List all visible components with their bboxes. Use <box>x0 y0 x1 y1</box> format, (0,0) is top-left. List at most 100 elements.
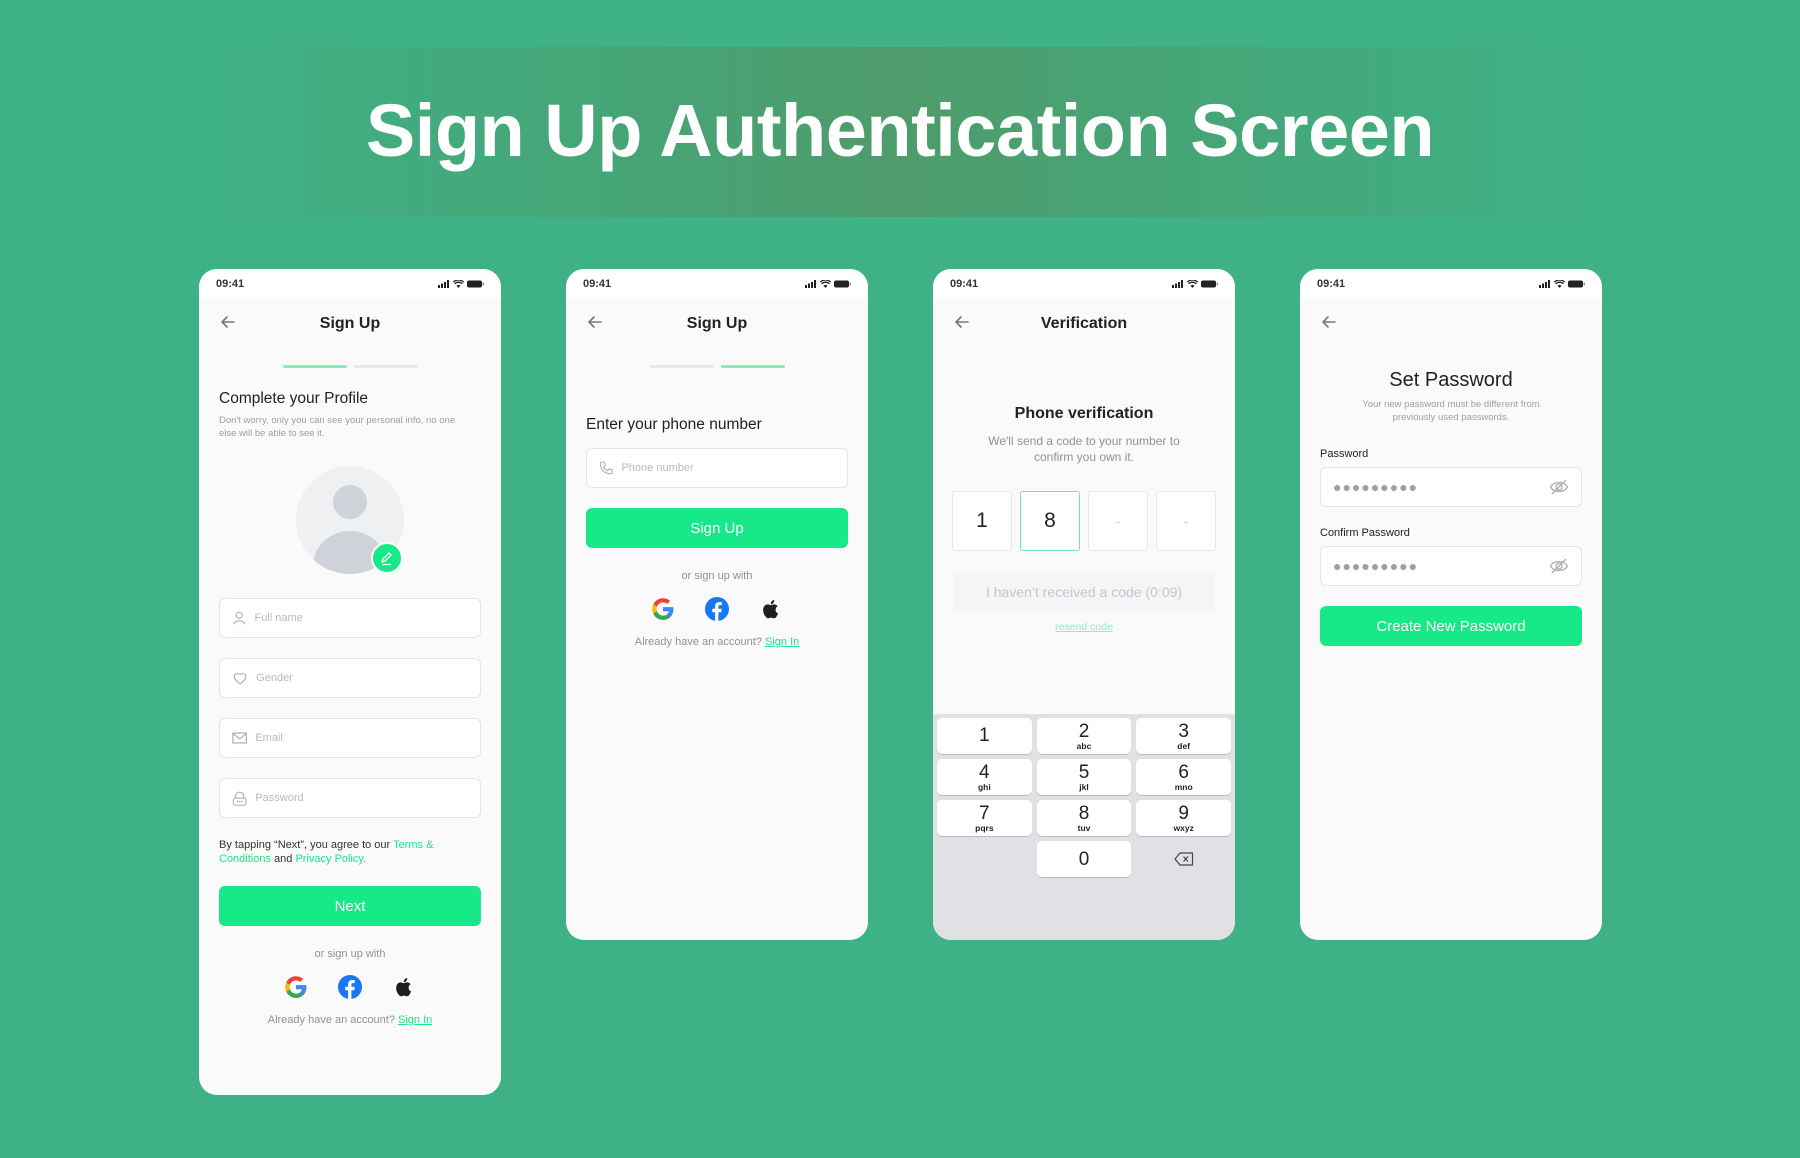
nav-title: Verification <box>1040 315 1128 332</box>
confirm-password-label: Confirm Password <box>1320 527 1410 539</box>
terms-prefix: By tapping “Next”, you agree to our <box>219 839 394 851</box>
key-4[interactable]: 4 ghi <box>937 759 1032 795</box>
nav-title: Sign Up <box>319 315 381 332</box>
key-9[interactable]: 9 wxyz <box>1136 800 1232 836</box>
key-1[interactable]: 1 <box>937 718 1032 754</box>
mail-icon <box>232 732 247 744</box>
back-arrow-icon[interactable] <box>1320 313 1338 331</box>
wifi-icon <box>820 280 831 288</box>
nav-bar <box>1300 299 1602 349</box>
status-bar: 09:41 <box>1300 269 1602 299</box>
terms-text: By tapping “Next”, you agree to our Term… <box>199 838 501 866</box>
backspace-key[interactable] <box>1136 841 1231 877</box>
step-progress <box>199 365 501 368</box>
page-title: Sign Up Authentication Screen <box>365 89 1435 172</box>
section-subtext: Don't worry, only you can see your perso… <box>219 415 456 439</box>
full-name-field[interactable] <box>219 598 481 638</box>
confirm-password-value[interactable]: ●●●●●●●●● <box>1333 558 1418 574</box>
key-6[interactable]: 6 mno <box>1136 759 1232 795</box>
facebook-icon[interactable] <box>337 974 363 1000</box>
gender-field[interactable] <box>219 658 481 698</box>
lock-icon <box>232 791 247 806</box>
phone-screen-complete-profile: 09:41 Sign Up Complete your Profile Don'… <box>199 269 501 1095</box>
otp-digit-1[interactable]: 1 <box>952 491 1012 551</box>
signal-icon <box>1172 280 1183 288</box>
otp-input-group: 1 8 - - <box>933 491 1235 551</box>
google-icon[interactable] <box>283 974 309 1000</box>
phone-heading: Enter your phone number <box>586 416 762 433</box>
key-0[interactable]: 0 <box>1036 841 1132 877</box>
resend-code-link[interactable]: resend code <box>1055 621 1113 633</box>
battery-icon <box>834 280 851 288</box>
wifi-icon <box>1187 280 1198 288</box>
key-7[interactable]: 7 pqrs <box>937 800 1032 836</box>
terms-and: and <box>270 853 296 865</box>
signal-icon <box>805 280 816 288</box>
progress-step-1 <box>649 365 714 368</box>
back-arrow-icon[interactable] <box>953 313 971 331</box>
eye-off-icon[interactable] <box>1549 478 1569 496</box>
otp-digit-2[interactable]: 8 <box>1020 491 1080 551</box>
key-5[interactable]: 5 jkl <box>1036 759 1132 795</box>
resend-disabled-button: I haven’t received a code (0:09) <box>953 573 1215 611</box>
wifi-icon <box>453 280 464 288</box>
gender-input[interactable] <box>256 672 468 684</box>
apple-icon[interactable] <box>391 974 417 1000</box>
battery-icon <box>467 280 484 288</box>
sign-up-button[interactable]: Sign Up <box>586 508 848 548</box>
set-password-heading: Set Password <box>1389 369 1513 391</box>
status-time: 09:41 <box>583 278 612 290</box>
progress-step-1 <box>282 365 347 368</box>
eye-off-icon[interactable] <box>1549 557 1569 575</box>
sign-in-link[interactable]: Sign In <box>398 1014 432 1026</box>
or-sign-up-text: or sign up with <box>314 948 386 960</box>
heart-icon <box>233 673 247 685</box>
signal-icon <box>438 280 449 288</box>
email-field[interactable] <box>219 718 481 758</box>
user-icon <box>233 611 246 625</box>
status-bar: 09:41 <box>933 269 1235 299</box>
create-new-password-button[interactable]: Create New Password <box>1320 606 1582 646</box>
email-input[interactable] <box>255 732 468 744</box>
facebook-icon[interactable] <box>704 596 730 622</box>
edit-avatar-button[interactable] <box>371 542 403 574</box>
new-password-value[interactable]: ●●●●●●●●● <box>1333 479 1418 495</box>
already-text: Already have an account? <box>267 1014 398 1026</box>
back-arrow-icon[interactable] <box>586 313 604 331</box>
apple-icon[interactable] <box>758 596 784 622</box>
next-button[interactable]: Next <box>219 886 481 926</box>
key-2[interactable]: 2 abc <box>1036 718 1132 754</box>
social-login-row <box>566 596 868 622</box>
password-input[interactable] <box>255 792 468 804</box>
password-field[interactable] <box>219 778 481 818</box>
confirm-password-field[interactable]: ●●●●●●●●● <box>1320 546 1582 586</box>
full-name-input[interactable] <box>254 612 468 624</box>
already-text: Already have an account? <box>634 636 765 648</box>
status-bar: 09:41 <box>566 269 868 299</box>
phone-screen-set-password: 09:41 Set Password Your new password mus… <box>1300 269 1602 940</box>
sign-in-link[interactable]: Sign In <box>765 636 799 648</box>
back-arrow-icon[interactable] <box>219 313 237 331</box>
new-password-field[interactable]: ●●●●●●●●● <box>1320 467 1582 507</box>
verification-heading: Phone verification <box>1014 405 1154 422</box>
wifi-icon <box>1554 280 1565 288</box>
key-blank <box>937 841 1032 877</box>
key-3[interactable]: 3 def <box>1136 718 1232 754</box>
progress-step-2 <box>353 365 418 368</box>
numeric-keypad: 1 2 abc 3 def 4 ghi 5 jkl 6 mno 7 pqrs 8 tuv 9w… <box>933 714 1235 940</box>
battery-icon <box>1201 280 1218 288</box>
signal-icon <box>1539 280 1550 288</box>
phone-input[interactable] <box>621 462 835 474</box>
battery-icon <box>1568 280 1585 288</box>
otp-digit-3[interactable]: - <box>1088 491 1148 551</box>
key-8[interactable]: 8 tuv <box>1036 800 1132 836</box>
pencil-icon <box>381 552 392 566</box>
phone-field[interactable] <box>586 448 848 488</box>
nav-bar: Verification <box>933 299 1235 349</box>
backspace-icon <box>1174 852 1193 866</box>
phone-screen-verification: 09:41 Verification Phone verification We… <box>933 269 1235 940</box>
google-icon[interactable] <box>650 596 676 622</box>
privacy-link[interactable]: Privacy Policy. <box>295 853 366 865</box>
otp-digit-4[interactable]: - <box>1156 491 1216 551</box>
or-sign-up-text: or sign up with <box>681 570 753 582</box>
